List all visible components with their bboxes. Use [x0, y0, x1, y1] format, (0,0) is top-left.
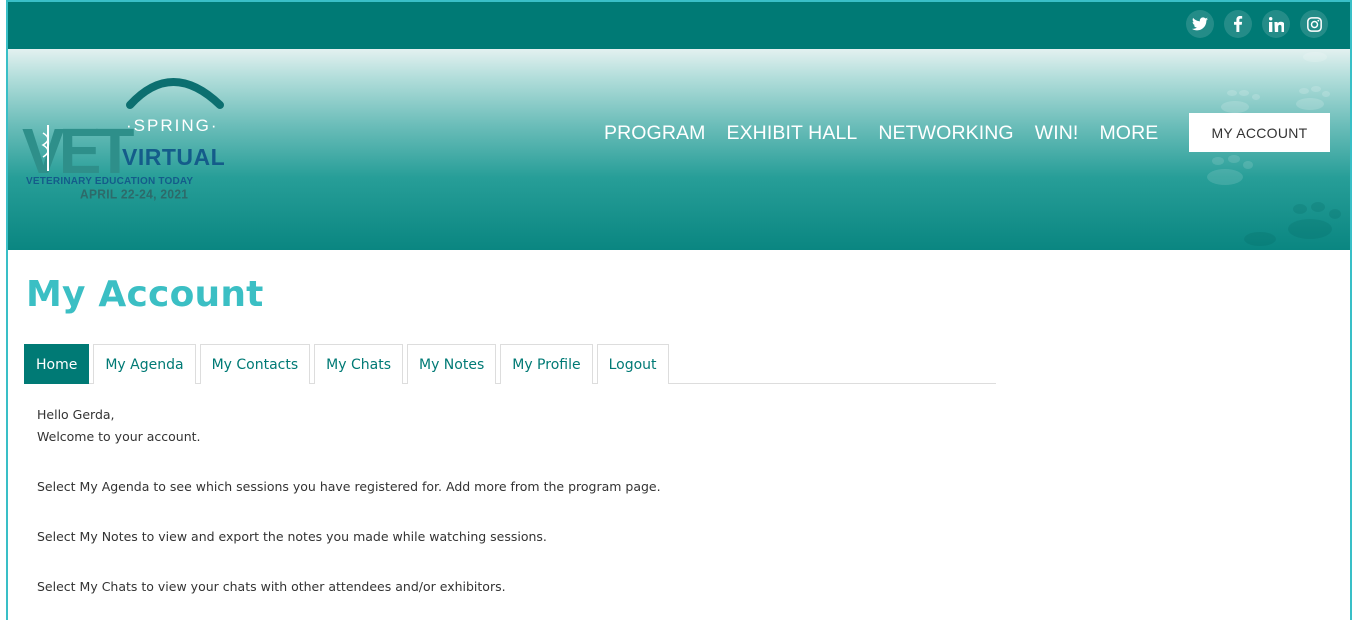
- tab-my-notes[interactable]: My Notes: [406, 344, 497, 384]
- welcome-text: Welcome to your account.: [37, 429, 201, 444]
- notes-info-text: Select My Notes to view and export the n…: [37, 529, 547, 544]
- header-banner: VET ·SPRING· VIRTUAL VETERINARY EDUCATIO…: [8, 49, 1350, 250]
- tab-my-contacts[interactable]: My Contacts: [199, 344, 311, 384]
- tab-home[interactable]: Home: [24, 344, 90, 384]
- chats-info-text: Select My Chats to view your chats with …: [37, 579, 506, 594]
- linkedin-icon[interactable]: [1262, 10, 1290, 38]
- social-links: [1186, 10, 1328, 38]
- my-account-button[interactable]: MY ACCOUNT: [1189, 113, 1330, 152]
- twitter-icon[interactable]: [1186, 10, 1214, 38]
- nav-networking[interactable]: NETWORKING: [878, 122, 1013, 145]
- vet-logo[interactable]: VET ·SPRING· VIRTUAL VETERINARY EDUCATIO…: [22, 69, 237, 209]
- top-bar: [8, 2, 1350, 49]
- main-nav: PROGRAM EXHIBIT HALL NETWORKING WIN! MOR…: [604, 122, 1158, 145]
- nav-program[interactable]: PROGRAM: [604, 122, 705, 145]
- account-home-content: Hello Gerda, Welcome to your account. Se…: [37, 404, 1037, 598]
- greeting-text: Hello Gerda,: [37, 407, 115, 422]
- nav-exhibit-hall[interactable]: EXHIBIT HALL: [726, 122, 857, 145]
- page-title: My Account: [26, 274, 264, 315]
- instagram-icon[interactable]: [1300, 10, 1328, 38]
- logo-spring: ·SPRING·: [126, 116, 219, 135]
- account-tabs: Home My Agenda My Contacts My Chats My N…: [24, 344, 996, 384]
- logo-virtual: VIRTUAL: [122, 144, 226, 170]
- tab-logout[interactable]: Logout: [596, 344, 669, 384]
- nav-win[interactable]: WIN!: [1035, 122, 1079, 145]
- agenda-info-text: Select My Agenda to see which sessions y…: [37, 479, 661, 494]
- nav-more[interactable]: MORE: [1099, 122, 1158, 145]
- facebook-icon[interactable]: [1224, 10, 1252, 38]
- tab-my-agenda[interactable]: My Agenda: [93, 344, 196, 384]
- tab-my-profile[interactable]: My Profile: [500, 344, 593, 384]
- logo-date: APRIL 22-24, 2021: [80, 186, 189, 202]
- page-frame: VET ·SPRING· VIRTUAL VETERINARY EDUCATIO…: [6, 0, 1352, 620]
- tab-my-chats[interactable]: My Chats: [314, 344, 403, 384]
